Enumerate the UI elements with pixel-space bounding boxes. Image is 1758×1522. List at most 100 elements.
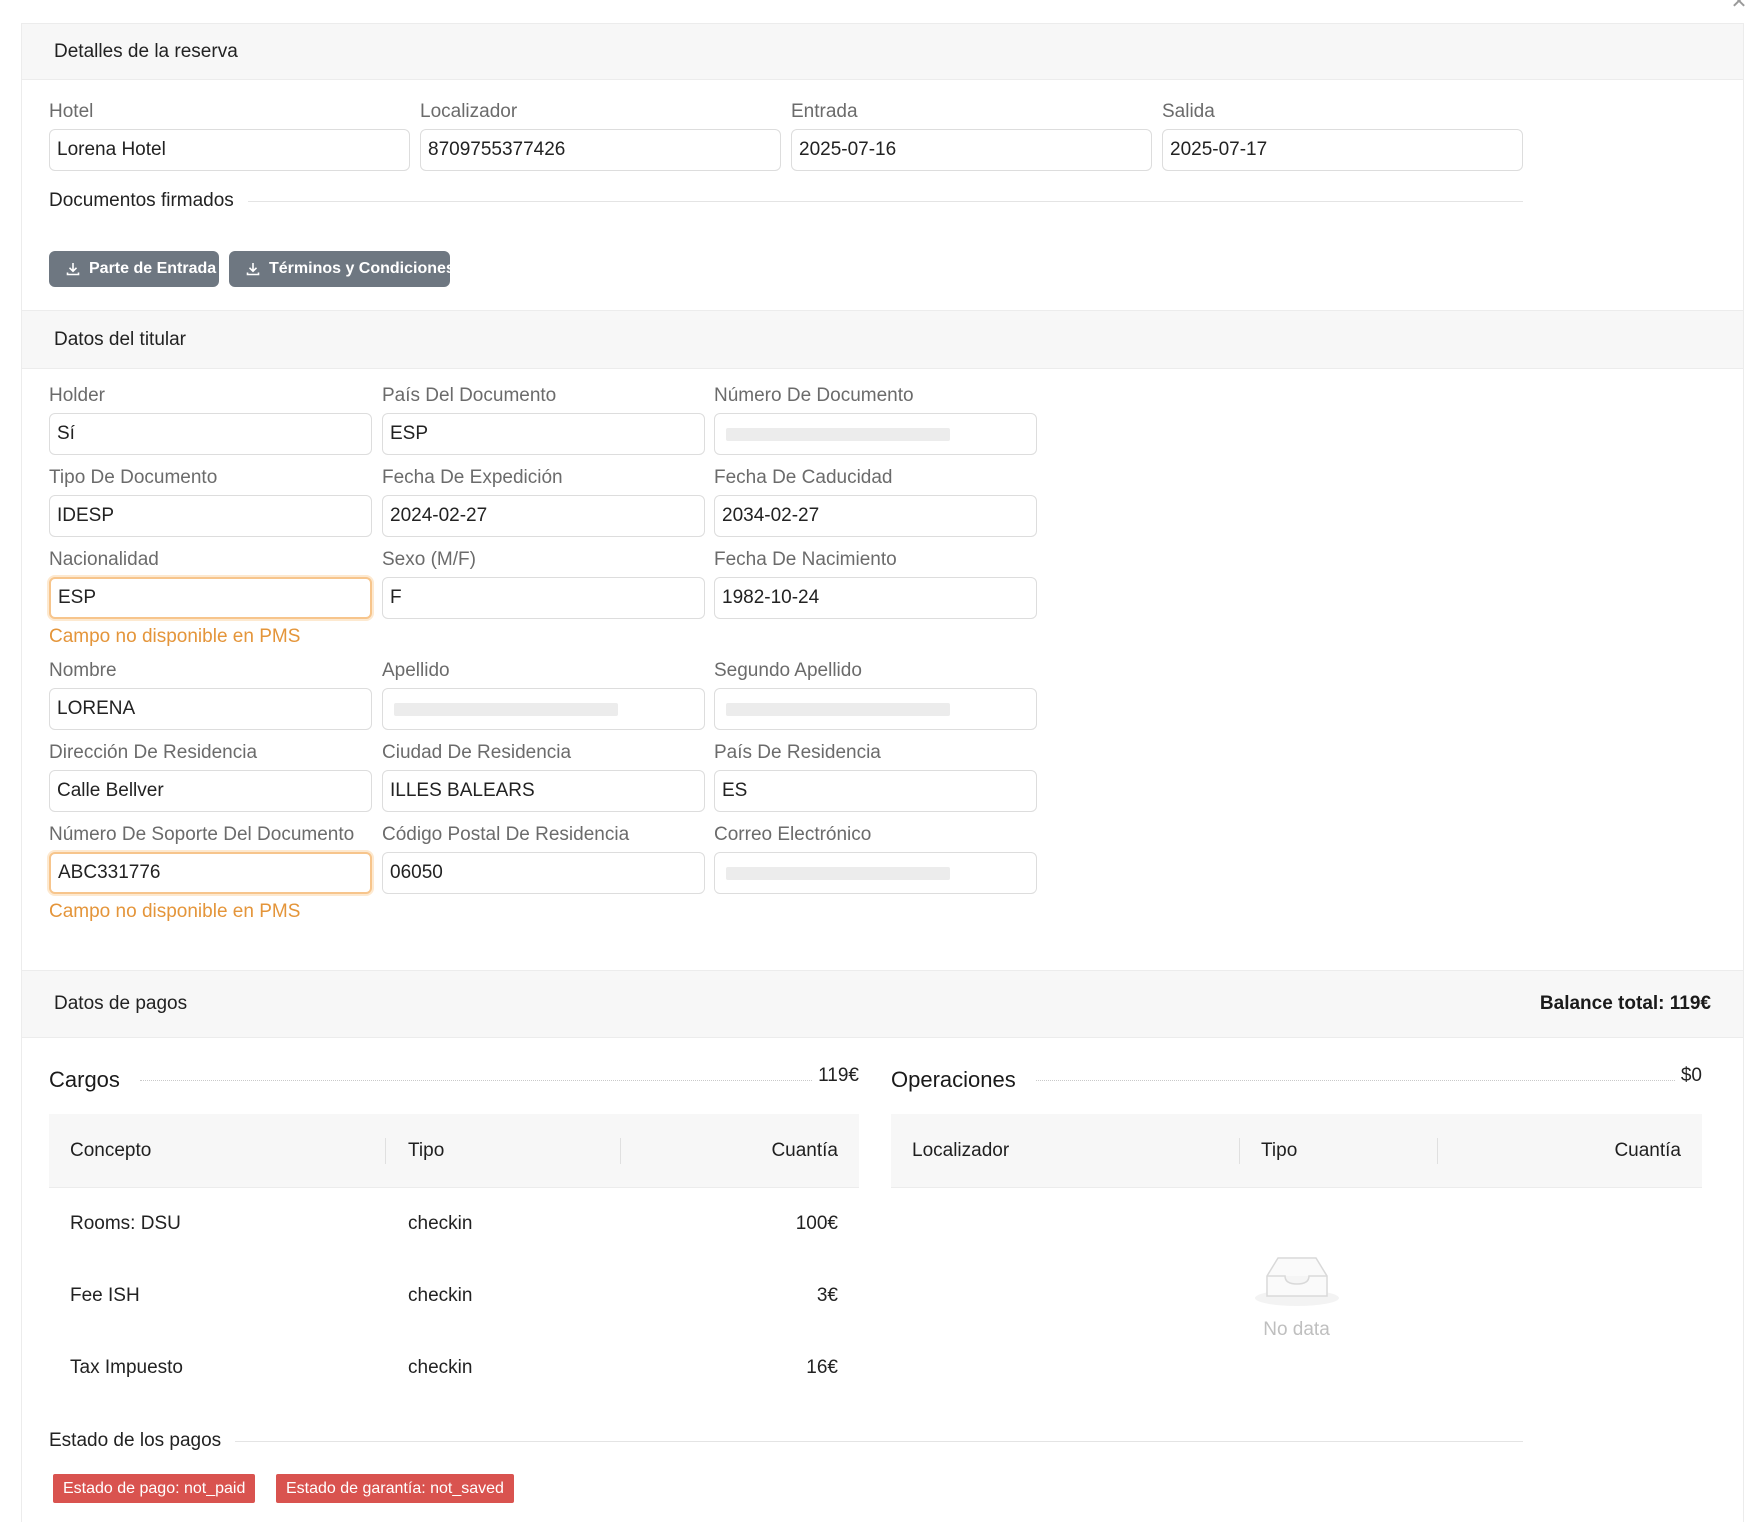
postal-code-label: Código Postal De Residencia bbox=[382, 824, 630, 845]
download-checkin-form-button[interactable]: Parte de Entrada bbox=[49, 251, 219, 287]
checkin-label: Entrada bbox=[791, 101, 858, 122]
charges-total: 119€ bbox=[818, 1065, 859, 1086]
payments-section-header: Datos de pagos Balance total: 119€ bbox=[22, 970, 1743, 1038]
table-row: Fee ISH checkin 3€ bbox=[49, 1260, 859, 1332]
document-support-number-label: Número De Soporte Del Documento bbox=[49, 824, 355, 845]
nationality-input[interactable]: ESP bbox=[49, 577, 372, 619]
payment-status-title: Estado de los pagos bbox=[49, 1430, 222, 1451]
cell-amount: 3€ bbox=[816, 1285, 838, 1306]
holder-section-title: Datos del titular bbox=[54, 328, 187, 350]
issue-date-input[interactable]: 2024-02-27 bbox=[382, 495, 705, 537]
surname-input[interactable] bbox=[382, 688, 705, 730]
payments-section-title: Datos de pagos bbox=[54, 993, 188, 1014]
expiry-date-field: Fecha De Caducidad 2034-02-27 bbox=[714, 467, 1037, 537]
sex-input[interactable]: F bbox=[382, 577, 705, 619]
checkout-field: Salida 2025-07-17 bbox=[1162, 101, 1523, 171]
surname-label: Apellido bbox=[382, 660, 450, 681]
download-icon bbox=[245, 261, 261, 277]
city-input[interactable]: ILLES BALEARS bbox=[382, 770, 705, 812]
redacted-value bbox=[394, 702, 618, 716]
operations-title: Operaciones bbox=[891, 1067, 1016, 1092]
expiry-date-input[interactable]: 2034-02-27 bbox=[714, 495, 1037, 537]
first-name-label: Nombre bbox=[49, 660, 117, 681]
charges-header: Cargos 119€ bbox=[49, 1065, 859, 1093]
dotted-leader bbox=[1035, 1080, 1675, 1081]
reservation-detail-card: Detalles de la reserva Hotel Lorena Hote… bbox=[21, 23, 1744, 1522]
cell-amount: 100€ bbox=[795, 1213, 838, 1234]
locator-input[interactable]: 8709755377426 bbox=[420, 129, 781, 171]
operations-total: $0 bbox=[1680, 1065, 1702, 1086]
download-checkin-form-label: Parte de Entrada bbox=[89, 260, 217, 277]
birth-date-field: Fecha De Nacimiento 1982-10-24 bbox=[714, 549, 1037, 619]
divider-line bbox=[235, 1440, 1523, 1442]
table-row: Rooms: DSU checkin 100€ bbox=[49, 1188, 859, 1260]
birth-date-input[interactable]: 1982-10-24 bbox=[714, 577, 1037, 619]
document-number-label: Número De Documento bbox=[714, 385, 914, 406]
email-field: Correo Electrónico bbox=[714, 824, 1037, 894]
residence-country-input[interactable]: ES bbox=[714, 770, 1037, 812]
residence-country-label: País De Residencia bbox=[714, 742, 881, 763]
dotted-leader bbox=[139, 1080, 813, 1081]
download-terms-button[interactable]: Términos y Condiciones bbox=[229, 251, 455, 287]
checkin-field: Entrada 2025-07-16 bbox=[791, 101, 1152, 171]
hotel-input[interactable]: Lorena Hotel bbox=[49, 129, 410, 171]
first-name-field: Nombre LORENA bbox=[49, 660, 372, 730]
document-type-label: Tipo De Documento bbox=[49, 467, 218, 488]
holder-section-header: Datos del titular bbox=[22, 310, 1743, 369]
cell-concept: Fee ISH bbox=[70, 1285, 140, 1306]
cell-type: checkin bbox=[408, 1357, 473, 1378]
charges-title: Cargos bbox=[49, 1067, 120, 1092]
nationality-warning: Campo no disponible en PMS bbox=[49, 626, 301, 647]
residence-country-field: País De Residencia ES bbox=[714, 742, 1037, 812]
surname-field: Apellido bbox=[382, 660, 705, 730]
postal-code-input[interactable]: 06050 bbox=[382, 852, 705, 894]
column-header-concept: Concepto bbox=[70, 1140, 152, 1161]
operations-table: Localizador Tipo Cuantía No data bbox=[891, 1114, 1702, 1404]
column-separator bbox=[385, 1138, 386, 1164]
table-row: Tax Impuesto checkin 16€ bbox=[49, 1332, 859, 1404]
nationality-field: Nacionalidad ESP Campo no disponible en … bbox=[49, 549, 372, 648]
issue-date-label: Fecha De Expedición bbox=[382, 467, 563, 488]
document-number-field: Número De Documento bbox=[714, 385, 1037, 455]
first-name-input[interactable]: LORENA bbox=[49, 688, 372, 730]
redacted-value bbox=[726, 702, 950, 716]
email-input[interactable] bbox=[714, 852, 1037, 894]
second-surname-input[interactable] bbox=[714, 688, 1037, 730]
hotel-field: Hotel Lorena Hotel bbox=[49, 101, 410, 171]
operations-header: Operaciones $0 bbox=[891, 1065, 1702, 1093]
document-support-number-input[interactable]: ABC331776 bbox=[49, 852, 372, 894]
payment-status-badge: Estado de pago: not_paid bbox=[53, 1474, 256, 1503]
column-header-type: Tipo bbox=[408, 1140, 445, 1161]
empty-inbox-icon bbox=[891, 1250, 1702, 1313]
cell-concept: Rooms: DSU bbox=[70, 1213, 181, 1234]
close-icon[interactable]: ✕ bbox=[1728, 0, 1750, 14]
address-field: Dirección De Residencia Calle Bellver bbox=[49, 742, 372, 812]
redacted-value bbox=[726, 427, 950, 441]
column-separator bbox=[620, 1138, 621, 1164]
city-field: Ciudad De Residencia ILLES BALEARS bbox=[382, 742, 705, 812]
document-support-number-field: Número De Soporte Del Documento ABC33177… bbox=[49, 824, 372, 923]
checkin-input[interactable]: 2025-07-16 bbox=[791, 129, 1152, 171]
column-separator bbox=[1239, 1138, 1240, 1164]
redacted-value bbox=[726, 866, 950, 880]
payment-status-divider: Estado de los pagos bbox=[49, 1430, 1523, 1452]
document-country-input[interactable]: ESP bbox=[382, 413, 705, 455]
document-country-field: País Del Documento ESP bbox=[382, 385, 705, 455]
cell-type: checkin bbox=[408, 1213, 473, 1234]
column-header-type: Tipo bbox=[1261, 1140, 1298, 1161]
operations-table-header: Localizador Tipo Cuantía bbox=[891, 1114, 1702, 1188]
document-type-input[interactable]: IDESP bbox=[49, 495, 372, 537]
column-header-locator: Localizador bbox=[912, 1140, 1010, 1161]
document-number-input[interactable] bbox=[714, 413, 1037, 455]
download-icon bbox=[65, 261, 81, 277]
signed-docs-divider: Documentos firmados bbox=[49, 190, 1523, 212]
locator-label: Localizador bbox=[420, 101, 518, 122]
checkout-input[interactable]: 2025-07-17 bbox=[1162, 129, 1523, 171]
address-input[interactable]: Calle Bellver bbox=[49, 770, 372, 812]
hotel-label: Hotel bbox=[49, 101, 94, 122]
second-surname-field: Segundo Apellido bbox=[714, 660, 1037, 730]
nationality-label: Nacionalidad bbox=[49, 549, 159, 570]
postal-code-field: Código Postal De Residencia 06050 bbox=[382, 824, 705, 894]
holder-flag-input[interactable]: Sí bbox=[49, 413, 372, 455]
sex-label: Sexo (M/F) bbox=[382, 549, 476, 570]
